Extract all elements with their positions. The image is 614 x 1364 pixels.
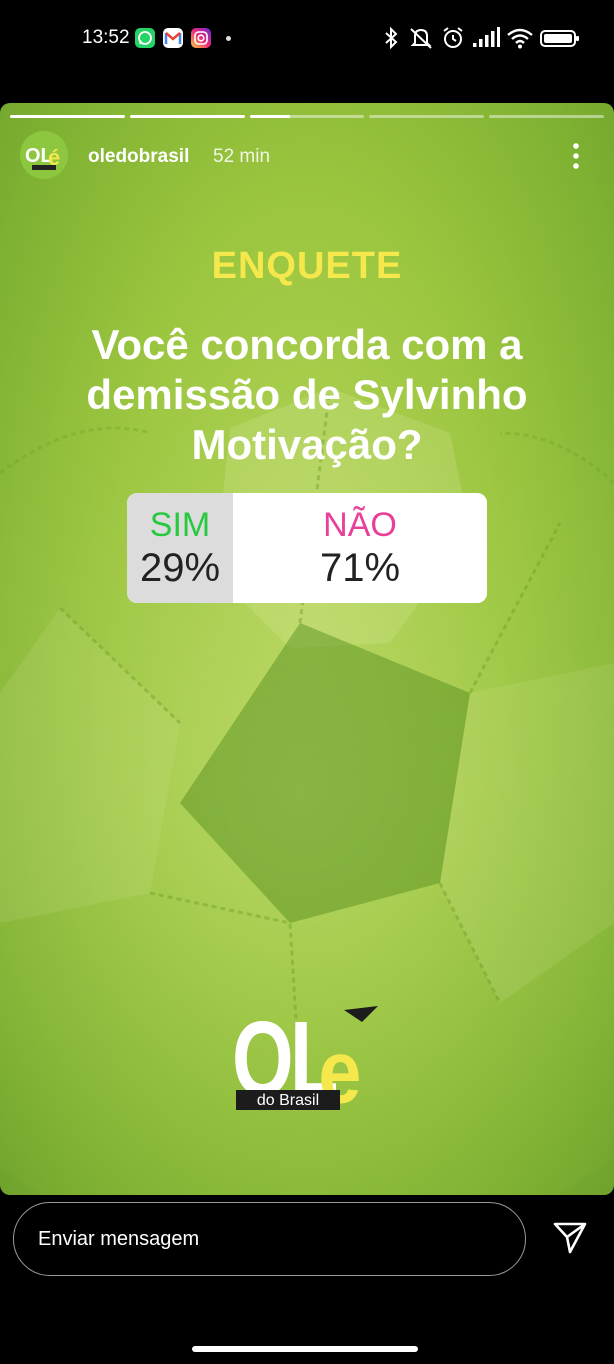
- poll-title: ENQUETE: [211, 245, 403, 287]
- progress-segment: [489, 115, 604, 118]
- avatar[interactable]: OL é: [20, 131, 68, 179]
- ole-logo: OL e do Brasil: [232, 1000, 384, 1122]
- story-time: 52 min: [213, 146, 271, 167]
- progress-segment: [249, 115, 365, 118]
- logo-subtitle: do Brasil: [257, 1092, 319, 1109]
- bluetooth-icon: [385, 26, 398, 50]
- gmail-icon: [163, 28, 183, 48]
- status-time: 13:52: [82, 27, 130, 48]
- battery-icon: [540, 30, 579, 47]
- alarm-icon: [443, 27, 463, 48]
- poll-option-percent: 29%: [139, 546, 221, 590]
- signal-icon: [473, 27, 500, 47]
- status-bar: 13:52: [0, 0, 614, 78]
- poll-option-nao[interactable]: NÃO 71%: [233, 493, 487, 603]
- message-input[interactable]: [13, 1202, 526, 1276]
- poll-option-label: SIM: [149, 506, 211, 544]
- send-icon[interactable]: [552, 1220, 588, 1256]
- poll-widget: SIM 29% NÃO 71%: [127, 493, 487, 603]
- poll-option-sim[interactable]: SIM 29%: [127, 493, 233, 603]
- progress-segment: [369, 115, 485, 118]
- more-vertical-icon[interactable]: [566, 141, 586, 171]
- home-indicator[interactable]: [192, 1346, 418, 1352]
- poll-option-percent: 71%: [319, 546, 401, 590]
- wifi-icon: [507, 28, 533, 49]
- progress-segment: [10, 115, 125, 118]
- progress-segment: [129, 115, 245, 118]
- notification-dot: [226, 36, 231, 41]
- story-progress: [10, 115, 604, 118]
- whatsapp-icon: [135, 28, 155, 48]
- story-card[interactable]: OL é oledobrasil 52 min ENQUETE Você con…: [0, 103, 614, 1195]
- poll-option-label: NÃO: [323, 506, 397, 544]
- poll-question: Você concorda com a demissão de Sylvinho…: [86, 321, 528, 468]
- instagram-icon: [191, 28, 211, 48]
- story-username[interactable]: oledobrasil: [88, 146, 189, 168]
- mute-icon: [410, 28, 432, 49]
